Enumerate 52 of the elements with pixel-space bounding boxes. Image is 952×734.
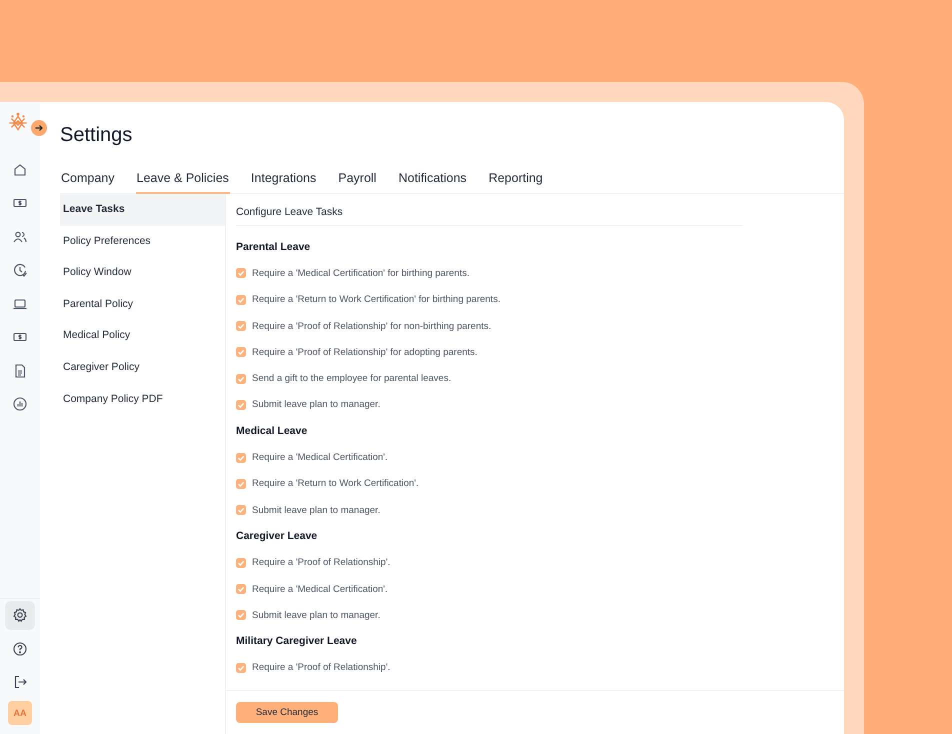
- checkbox[interactable]: [236, 452, 246, 463]
- tab[interactable]: Notifications: [397, 165, 468, 194]
- page-title: Settings: [60, 123, 134, 148]
- task-label: Submit leave plan to manager.: [252, 504, 380, 516]
- tab[interactable]: Reporting: [488, 165, 544, 194]
- task-label: Submit leave plan to manager.: [252, 399, 380, 410]
- chart-icon: [12, 396, 28, 412]
- logout-icon: [12, 674, 28, 690]
- checkbox[interactable]: [236, 662, 246, 673]
- checkbox[interactable]: [236, 584, 246, 594]
- submenu-item[interactable]: Company Policy PDF: [60, 384, 225, 416]
- task-label: Send a gift to the employee for parental leaves.: [252, 373, 452, 384]
- settings-icon: [12, 607, 28, 624]
- submenu-item[interactable]: Medical Policy: [60, 320, 225, 352]
- checkbox[interactable]: [236, 347, 246, 358]
- save-button[interactable]: Save Changes: [236, 702, 338, 723]
- task-label: Require a 'Proof of Relationship'.: [252, 662, 390, 674]
- tab[interactable]: Company: [60, 165, 116, 194]
- help-icon: [12, 640, 28, 657]
- task-label: Require a 'Proof of Relationship'.: [252, 557, 390, 568]
- tab[interactable]: Payroll: [337, 165, 378, 194]
- clock-icon: [12, 262, 28, 278]
- checkbox[interactable]: [236, 321, 246, 332]
- task-label: Require a 'Medical Certification'.: [252, 584, 388, 594]
- section-heading: Caregiver Leave: [236, 529, 318, 544]
- submenu-item[interactable]: Leave Tasks: [60, 194, 225, 226]
- checkbox[interactable]: [236, 294, 246, 305]
- task-label: Require a 'Proof of Relationship' for non-birthing parents.: [252, 320, 492, 332]
- checkbox[interactable]: [236, 268, 246, 278]
- submenu-item[interactable]: Policy Preferences: [60, 226, 225, 258]
- checkbox[interactable]: [236, 558, 246, 568]
- task-label: Require a 'Medical Certification' for birthing parents.: [252, 268, 470, 279]
- checkbox[interactable]: [236, 478, 246, 489]
- submenu-item[interactable]: Caregiver Policy: [60, 352, 225, 384]
- task-label: Submit leave plan to manager.: [252, 610, 380, 621]
- task-label: Require a 'Return to Work Certification'.: [252, 478, 419, 490]
- checkbox[interactable]: [236, 374, 246, 384]
- section-heading: Parental Leave: [236, 240, 312, 255]
- checkbox[interactable]: [236, 400, 246, 410]
- section-heading: Military Caregiver Leave: [236, 634, 358, 650]
- task-label: Require a 'Medical Certification'.: [252, 452, 388, 464]
- submenu-item[interactable]: Policy Window: [60, 257, 225, 289]
- sidebar-item[interactable]: [5, 600, 35, 630]
- submenu-item[interactable]: Parental Policy: [60, 288, 225, 320]
- task-label: Require a 'Return to Work Certification' for birthing parents.: [252, 294, 500, 306]
- panel-title: Configure Leave Tasks: [236, 194, 743, 226]
- home-icon: [12, 162, 28, 178]
- tab[interactable]: Integrations: [250, 165, 318, 194]
- checkbox[interactable]: [236, 505, 246, 516]
- checkbox[interactable]: [236, 610, 246, 620]
- task-label: Require a 'Proof of Relationship' for adopting parents.: [252, 346, 478, 358]
- section-heading: Medical Leave: [236, 424, 308, 440]
